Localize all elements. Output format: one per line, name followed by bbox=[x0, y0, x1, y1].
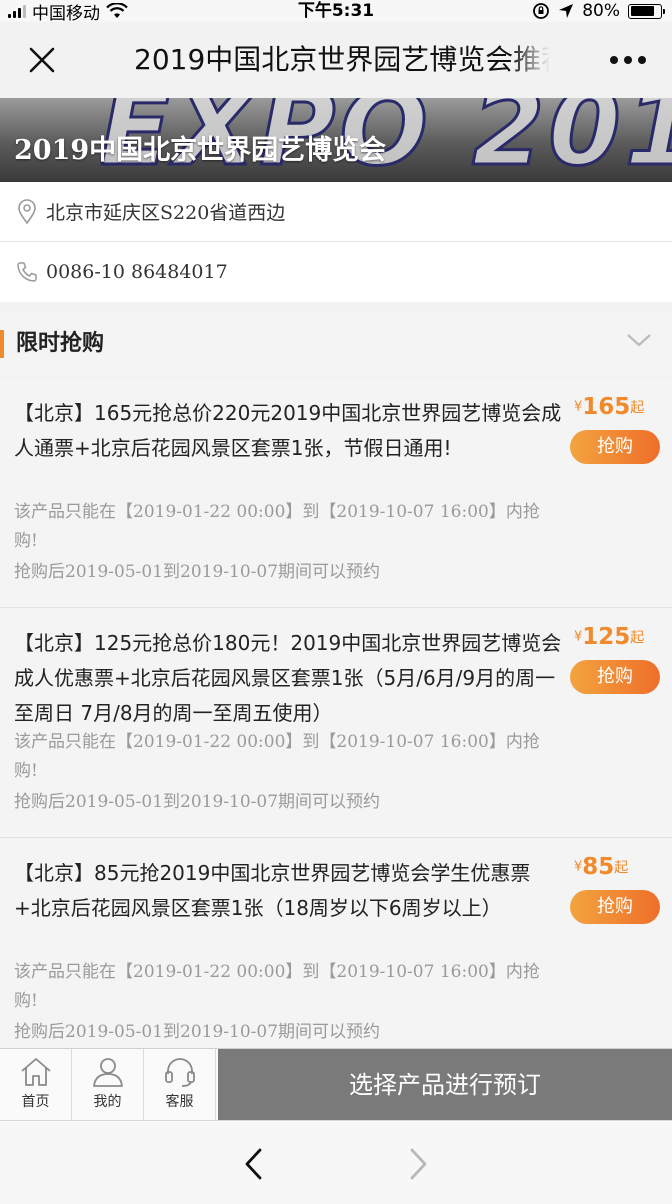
product-price: ¥85起 bbox=[574, 854, 628, 880]
nav-bar: 2019中国北京世界园艺博览会推荐 bbox=[0, 22, 672, 98]
home-icon bbox=[20, 1058, 51, 1086]
product-item[interactable]: 【北京】85元抢2019中国北京世界园艺博览会学生优惠票+北京后花园风景区套票1… bbox=[0, 838, 672, 1048]
price-suffix: 起 bbox=[614, 860, 629, 876]
address-row[interactable]: 北京市延庆区S220省道西边 bbox=[0, 182, 672, 242]
buy-button[interactable]: 抢购 bbox=[570, 660, 660, 694]
location-pin-icon bbox=[18, 198, 36, 224]
page-title: 2019中国北京世界园艺博览会推荐 bbox=[134, 22, 550, 98]
product-booking-window: 抢购后2019-05-01到2019-10-07期间可以预约 bbox=[14, 562, 381, 582]
status-bar: 中国移动 下午5:31 80% bbox=[0, 0, 672, 24]
close-icon[interactable] bbox=[24, 42, 60, 78]
status-right: 80% bbox=[532, 0, 665, 22]
buy-button[interactable]: 抢购 bbox=[570, 890, 660, 924]
tab-service-label: 客服 bbox=[165, 1094, 194, 1110]
buy-button[interactable]: 抢购 bbox=[570, 430, 660, 464]
price-value: 85 bbox=[582, 854, 615, 880]
product-list[interactable]: 【北京】165元抢总价220元2019中国北京世界园艺博览会成人通票+北京后花园… bbox=[0, 378, 672, 1048]
flash-sale-header[interactable]: 限时抢购 bbox=[0, 312, 672, 376]
user-icon bbox=[92, 1058, 123, 1087]
browser-toolbar bbox=[0, 1120, 672, 1204]
price-suffix: 起 bbox=[630, 630, 645, 646]
more-icon[interactable] bbox=[610, 48, 648, 72]
product-item[interactable]: 【北京】165元抢总价220元2019中国北京世界园艺博览会成人通票+北京后花园… bbox=[0, 378, 672, 608]
price-value: 125 bbox=[582, 624, 631, 650]
venue-title: 2019中国北京世界园艺博览会 bbox=[14, 135, 387, 166]
chevron-down-icon[interactable] bbox=[626, 330, 652, 350]
battery-icon bbox=[628, 3, 665, 19]
product-validity: 该产品只能在【2019-01-22 00:00】到【2019-10-07 16:… bbox=[14, 732, 540, 781]
product-name: 【北京】125元抢总价180元！2019中国北京世界园艺博览会成人优惠票+北京后… bbox=[14, 631, 562, 725]
phone-row[interactable]: 0086-10 86484017 bbox=[0, 242, 672, 302]
section-title: 限时抢购 bbox=[16, 331, 105, 356]
tab-mine[interactable]: 我的 bbox=[72, 1049, 144, 1121]
phone-icon bbox=[17, 262, 37, 282]
battery-percent: 80% bbox=[582, 1, 620, 21]
bottom-action-bar: 首页 我的 客服 选择产品进行预订 bbox=[0, 1048, 672, 1121]
product-validity: 该产品只能在【2019-01-22 00:00】到【2019-10-07 16:… bbox=[14, 962, 540, 1011]
product-booking-window: 抢购后2019-05-01到2019-10-07期间可以预约 bbox=[14, 1022, 381, 1042]
tab-service[interactable]: 客服 bbox=[144, 1049, 216, 1121]
tab-home-label: 首页 bbox=[21, 1094, 50, 1110]
banner-image: EXPO 2019 2019中国北京世界园艺博览会 bbox=[0, 98, 672, 182]
headset-icon bbox=[164, 1058, 195, 1087]
rotation-lock-icon bbox=[533, 3, 550, 19]
product-price: ¥125起 bbox=[574, 624, 644, 650]
product-booking-window: 抢购后2019-05-01到2019-10-07期间可以预约 bbox=[14, 792, 381, 812]
forward-arrow-icon[interactable] bbox=[406, 1147, 430, 1181]
tab-mine-label: 我的 bbox=[93, 1094, 122, 1110]
venue-address: 北京市延庆区S220省道西边 bbox=[46, 202, 286, 224]
select-product-book-button[interactable]: 选择产品进行预订 bbox=[218, 1049, 672, 1121]
tab-home[interactable]: 首页 bbox=[0, 1049, 72, 1121]
product-name: 【北京】85元抢2019中国北京世界园艺博览会学生优惠票+北京后花园风景区套票1… bbox=[14, 861, 531, 920]
product-price: ¥165起 bbox=[574, 394, 644, 420]
location-icon bbox=[559, 4, 574, 18]
price-value: 165 bbox=[582, 394, 631, 420]
product-item[interactable]: 【北京】125元抢总价180元！2019中国北京世界园艺博览会成人优惠票+北京后… bbox=[0, 608, 672, 838]
back-arrow-icon[interactable] bbox=[242, 1147, 266, 1181]
price-suffix: 起 bbox=[630, 400, 645, 416]
venue-phone: 0086-10 86484017 bbox=[46, 261, 228, 283]
product-name: 【北京】165元抢总价220元2019中国北京世界园艺博览会成人通票+北京后花园… bbox=[14, 401, 562, 460]
section-accent-bar bbox=[0, 330, 4, 358]
product-validity: 该产品只能在【2019-01-22 00:00】到【2019-10-07 16:… bbox=[14, 502, 540, 551]
